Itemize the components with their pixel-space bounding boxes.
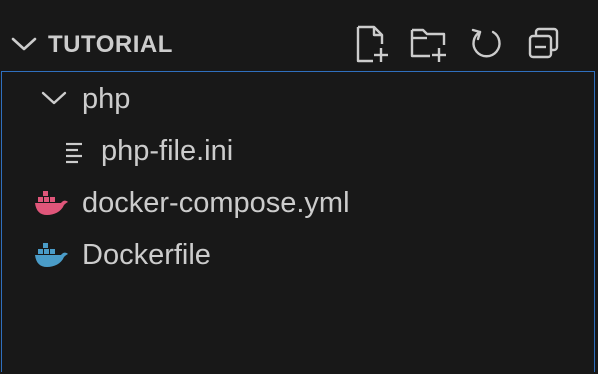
tree-item-docker-compose[interactable]: docker-compose.yml: [2, 176, 594, 228]
tree-item-php-folder[interactable]: php: [2, 72, 594, 124]
tree-item-php-file-ini[interactable]: php-file.ini: [2, 124, 594, 176]
explorer-panel: TUTORIAL php php-file.ini docker-compose…: [0, 0, 598, 374]
tree-item-label: docker-compose.yml: [82, 187, 350, 219]
refresh-icon[interactable]: [466, 24, 506, 64]
tree-item-label: php-file.ini: [101, 135, 234, 167]
file-tree: php php-file.ini docker-compose.yml Dock…: [1, 71, 595, 372]
ini-file-icon: [66, 142, 82, 164]
docker-compose-icon: [35, 191, 68, 215]
tree-item-label: php: [82, 83, 131, 115]
new-file-icon[interactable]: [352, 24, 392, 64]
new-folder-icon[interactable]: [408, 24, 448, 64]
collapse-all-icon[interactable]: [524, 24, 564, 64]
chevron-down-icon: [41, 91, 67, 105]
docker-icon: [35, 243, 68, 267]
tree-item-dockerfile[interactable]: Dockerfile: [2, 228, 594, 280]
section-toolbar: [0, 24, 598, 64]
tree-item-label: Dockerfile: [82, 239, 211, 271]
section-header[interactable]: TUTORIAL: [0, 18, 598, 70]
